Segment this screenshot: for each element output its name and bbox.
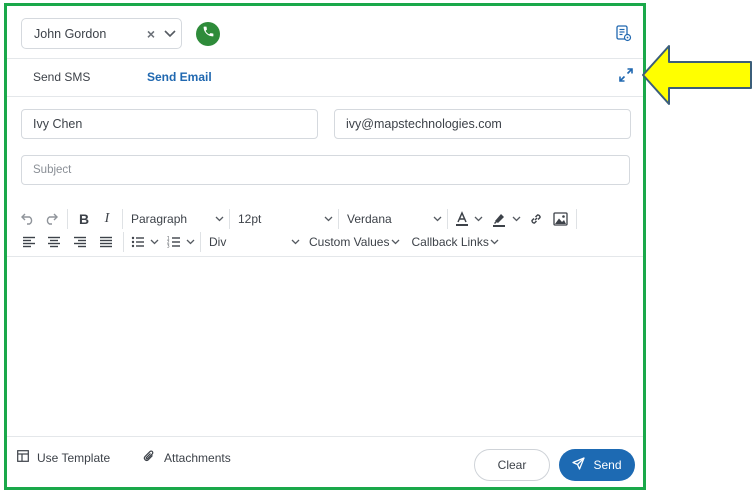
clear-button[interactable]: Clear xyxy=(474,449,550,481)
link-icon[interactable] xyxy=(524,209,548,229)
send-label: Send xyxy=(593,458,622,472)
document-settings-icon[interactable] xyxy=(614,24,632,42)
svg-text:3: 3 xyxy=(167,244,170,249)
toolbar-separator xyxy=(200,232,201,252)
editor-toolbar-row-2: 123 Div Custom Values Callback Links xyxy=(17,232,501,252)
toolbar-separator xyxy=(576,209,577,229)
toolbar-separator xyxy=(447,209,448,229)
attachments-button[interactable]: Attachments xyxy=(143,450,231,466)
chevron-down-icon[interactable] xyxy=(148,239,160,245)
header-divider xyxy=(7,58,643,59)
send-button[interactable]: Send xyxy=(559,449,635,481)
subject-input[interactable]: Subject xyxy=(21,155,630,185)
block-format-select[interactable]: Div xyxy=(205,232,301,252)
subject-placeholder: Subject xyxy=(33,164,72,176)
from-name-value: Ivy Chen xyxy=(33,117,83,131)
toolbar-separator xyxy=(229,209,230,229)
font-size-select[interactable]: 12pt xyxy=(234,209,334,229)
from-name-field[interactable]: Ivy Chen xyxy=(21,109,318,139)
callback-links-menu[interactable]: Callback Links xyxy=(411,232,500,252)
callout-arrow-icon xyxy=(642,45,752,105)
tab-send-email[interactable]: Send Email xyxy=(147,70,212,84)
highlight-color-icon[interactable] xyxy=(488,209,510,229)
block-format-value: Div xyxy=(209,235,227,249)
font-family-value: Verdana xyxy=(347,212,392,226)
expand-icon[interactable] xyxy=(618,67,634,83)
paragraph-format-value: Paragraph xyxy=(131,212,188,226)
callback-links-label: Callback Links xyxy=(411,235,489,249)
align-right-icon[interactable] xyxy=(67,232,93,252)
tabs-divider xyxy=(7,96,643,97)
chevron-down-icon xyxy=(213,216,225,222)
to-email-field[interactable]: ivy@mapstechnologies.com xyxy=(334,109,631,139)
tab-send-sms[interactable]: Send SMS xyxy=(33,70,90,84)
align-center-icon[interactable] xyxy=(41,232,67,252)
toolbar-separator xyxy=(67,209,68,229)
send-icon xyxy=(572,457,586,473)
font-size-value: 12pt xyxy=(238,212,262,226)
to-email-value: ivy@mapstechnologies.com xyxy=(346,117,502,131)
clear-contact-icon[interactable]: × xyxy=(143,26,159,42)
chevron-down-icon[interactable] xyxy=(472,216,484,222)
align-left-icon[interactable] xyxy=(17,232,41,252)
bullet-list-icon[interactable] xyxy=(128,232,148,252)
phone-call-button[interactable] xyxy=(196,22,220,46)
chevron-down-icon xyxy=(322,216,334,222)
use-template-label: Use Template xyxy=(37,450,111,465)
align-justify-icon[interactable] xyxy=(93,232,119,252)
email-composer-panel: John Gordon × Send SMS Send Email Ivy Ch… xyxy=(4,3,646,490)
chevron-down-icon xyxy=(431,216,443,222)
attachments-label: Attachments xyxy=(164,451,231,465)
chevron-down-icon[interactable] xyxy=(159,29,181,38)
chevron-down-icon xyxy=(289,239,301,245)
custom-values-menu[interactable]: Custom Values xyxy=(309,232,401,252)
use-template-button[interactable]: Use Template xyxy=(17,450,110,465)
numbered-list-icon[interactable]: 123 xyxy=(164,232,184,252)
contact-name: John Gordon xyxy=(34,26,107,41)
text-color-icon[interactable] xyxy=(452,209,472,229)
chevron-down-icon[interactable] xyxy=(510,216,522,222)
phone-icon xyxy=(202,25,215,43)
chevron-down-icon[interactable] xyxy=(184,239,196,245)
paperclip-icon xyxy=(143,450,156,466)
italic-icon[interactable]: I xyxy=(96,209,118,229)
bold-icon[interactable]: B xyxy=(72,209,96,229)
toolbar-separator xyxy=(122,209,123,229)
paragraph-format-select[interactable]: Paragraph xyxy=(127,209,225,229)
redo-icon[interactable] xyxy=(39,209,63,229)
email-body-editor[interactable] xyxy=(7,256,643,437)
undo-icon[interactable] xyxy=(17,209,39,229)
toolbar-separator xyxy=(123,232,124,252)
custom-values-label: Custom Values xyxy=(309,235,390,249)
image-icon[interactable] xyxy=(548,209,572,229)
toolbar-separator xyxy=(338,209,339,229)
template-icon xyxy=(17,450,29,465)
chevron-down-icon xyxy=(389,239,401,245)
contact-select[interactable]: John Gordon × xyxy=(21,18,182,49)
editor-toolbar-row-1: B I Paragraph 12pt Verdana xyxy=(17,209,581,229)
font-family-select[interactable]: Verdana xyxy=(343,209,443,229)
chevron-down-icon xyxy=(489,239,501,245)
clear-label: Clear xyxy=(497,458,527,472)
